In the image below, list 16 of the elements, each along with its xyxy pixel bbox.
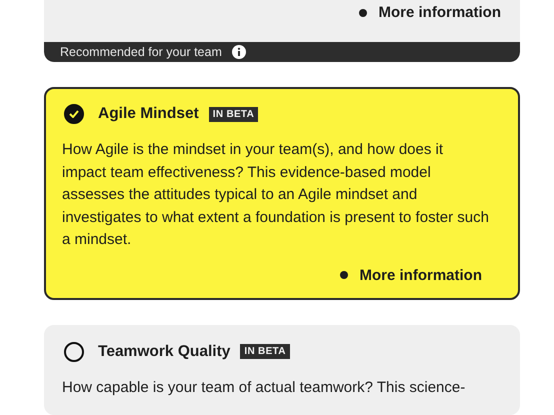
model-description: How Agile is the mindset in your team(s), and how does it impact team effectiveness? This evidence-based model assesses the attitudes typical to an Agile mindset and investigates to what extent a foundation is present to foster such a mindset. [62, 140, 490, 250]
model-card[interactable]: Teamwork Quality IN BETA How capable is your team of actual teamwork? This science- [44, 324, 520, 415]
bullet-icon [358, 8, 366, 16]
model-title: Agile Mindset [98, 105, 199, 123]
radio-icon[interactable] [64, 342, 84, 362]
model-title: Teamwork Quality [98, 342, 230, 360]
info-icon[interactable] [232, 45, 246, 59]
model-card[interactable] [44, 87, 520, 300]
checked-radio-icon[interactable] [64, 104, 84, 124]
beta-badge: IN BETA [240, 344, 290, 359]
beta-badge: IN BETA [208, 106, 258, 122]
footer-text: Recommended for your team [60, 45, 222, 59]
bullet-icon [340, 271, 348, 279]
more-information-link[interactable]: More information [340, 266, 482, 284]
model-description: How capable is your team of actual teamwork? This science- [62, 378, 466, 398]
more-information-link[interactable]: More information [358, 4, 501, 21]
